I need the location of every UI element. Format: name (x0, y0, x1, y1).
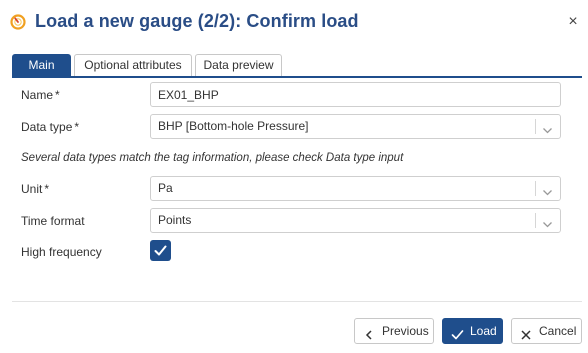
chevron-down-icon[interactable] (542, 215, 553, 228)
name-label-text: Name (21, 88, 54, 102)
cancel-label: Cancel (539, 324, 577, 338)
check-icon (451, 325, 464, 349)
name-label: Name * (21, 88, 60, 102)
unit-label-text: Unit (21, 182, 43, 196)
tab-data-preview[interactable]: Data preview (195, 54, 282, 77)
time-format-label: Time format (21, 214, 85, 228)
unit-label: Unit * (21, 182, 49, 196)
cancel-button[interactable]: Cancel (511, 318, 582, 344)
unit-select[interactable]: Pa (150, 176, 561, 201)
high-frequency-label: High frequency (21, 245, 102, 259)
data-type-value: BHP [Bottom-hole Pressure] (158, 119, 309, 133)
close-icon (520, 325, 532, 349)
tab-main[interactable]: Main (12, 54, 71, 77)
unit-value: Pa (158, 181, 173, 195)
tab-underline (12, 76, 582, 78)
close-icon[interactable]: × (566, 13, 580, 31)
dialog-header: Load a new gauge (2/2): Confirm load × (0, 0, 588, 44)
data-type-label: Data type * (21, 120, 79, 134)
load-gauge-dialog: Load a new gauge (2/2): Confirm load × M… (0, 0, 588, 353)
select-divider (535, 181, 536, 196)
required-mark: * (44, 182, 50, 196)
chevron-down-icon[interactable] (542, 183, 553, 196)
name-input[interactable] (150, 82, 561, 107)
footer-divider (12, 301, 582, 302)
chevron-left-icon (363, 325, 375, 349)
previous-button[interactable]: Previous (354, 318, 434, 344)
tab-optional-attributes[interactable]: Optional attributes (74, 54, 192, 77)
load-label: Load (470, 324, 497, 338)
previous-label: Previous (382, 324, 429, 338)
select-divider (535, 213, 536, 228)
checkmark-icon (154, 245, 167, 256)
required-mark: * (55, 88, 60, 102)
time-format-select[interactable]: Points (150, 208, 561, 233)
chevron-down-icon[interactable] (542, 121, 553, 134)
gauge-icon (10, 14, 26, 30)
data-type-label-text: Data type (21, 120, 73, 134)
load-button[interactable]: Load (442, 318, 503, 344)
data-type-info-message: Several data types match the tag informa… (21, 152, 404, 164)
data-type-select[interactable]: BHP [Bottom-hole Pressure] (150, 114, 561, 139)
required-mark: * (74, 120, 80, 134)
select-divider (535, 119, 536, 134)
dialog-title: Load a new gauge (2/2): Confirm load (35, 11, 359, 31)
high-frequency-checkbox[interactable] (150, 240, 171, 261)
time-format-value: Points (158, 213, 192, 227)
